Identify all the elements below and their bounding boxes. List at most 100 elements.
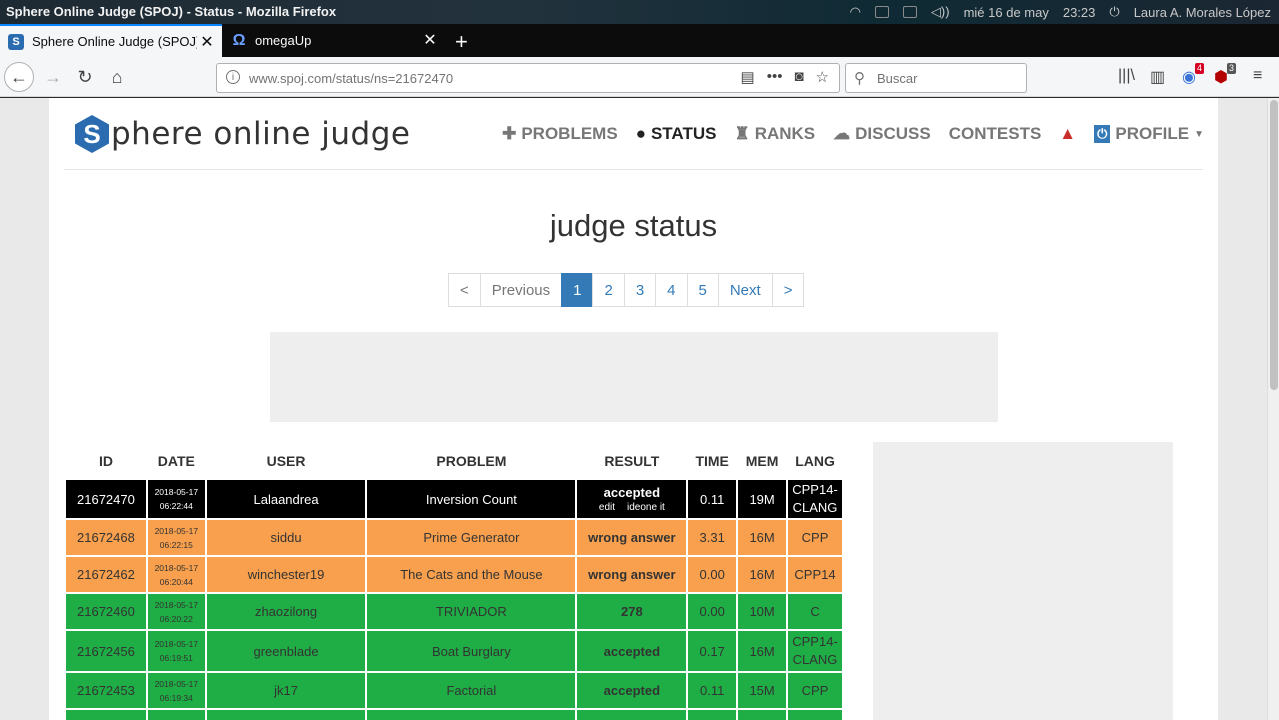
home-icon[interactable]: ⌂ (102, 62, 132, 92)
page-5[interactable]: 5 (686, 273, 719, 307)
spoj-favicon-icon: S (8, 33, 24, 50)
menu-icon[interactable]: ≡ (1253, 67, 1262, 85)
date-text: 2018-05-17 (154, 487, 199, 497)
cell-problem[interactable]: The Cats and the Mouse (367, 557, 576, 592)
page-last[interactable]: > (771, 273, 805, 307)
page-first[interactable]: < (448, 273, 481, 307)
adblock-icon[interactable]: ⬢ 3 (1214, 63, 1236, 87)
page-previous[interactable]: Previous (479, 273, 563, 307)
ideone-link[interactable]: ideone it (627, 502, 665, 513)
cell-user[interactable]: zhaozilong (206, 594, 366, 629)
site-logo[interactable]: S phere online judge (75, 115, 411, 153)
cell-date: 2018-05-17 06:22:44 (147, 480, 205, 518)
cell-problem[interactable]: Boat Burglary (367, 631, 576, 671)
cell-id[interactable]: 21672456 (66, 631, 146, 671)
forward-icon[interactable]: → (38, 62, 68, 92)
nav-problems[interactable]: ✚ PROBLEMS (502, 124, 618, 144)
table-header-row: ID DATE USER PROBLEM RESULT TIME MEM LAN… (66, 444, 842, 478)
reload-icon[interactable]: ↻ (70, 62, 100, 92)
page-2[interactable]: 2 (592, 273, 625, 307)
nav-warning[interactable]: ▲ (1059, 124, 1076, 144)
cell-user[interactable]: jk17 (206, 673, 366, 708)
new-tab-icon[interactable]: + (455, 29, 468, 55)
page-3[interactable]: 3 (623, 273, 657, 307)
cell-result[interactable]: wrong answer (577, 520, 687, 555)
extension-icon[interactable]: ◉ 4 (1182, 63, 1204, 87)
cell-id[interactable]: 21672470 (66, 480, 146, 518)
cell-user[interactable]: siddu (206, 520, 366, 555)
caret-down-icon: ▼ (1194, 128, 1204, 140)
power-icon: ⏻ (1094, 125, 1111, 143)
nav-contests[interactable]: CONTESTS (949, 124, 1042, 144)
power-icon[interactable]: ⏻ (1109, 4, 1119, 20)
cell-result[interactable]: accepted (577, 631, 687, 671)
close-tab-icon[interactable]: ✕ (421, 30, 439, 50)
clock-time[interactable]: 23:23 (1063, 5, 1096, 20)
site-info-icon[interactable]: i (226, 70, 240, 84)
cell-user[interactable]: greenblade (206, 631, 366, 671)
ad-sidebar (873, 442, 1173, 720)
scrollbar[interactable] (1267, 98, 1279, 720)
telegram-icon[interactable] (874, 6, 889, 18)
nav-status[interactable]: ● STATUS (636, 124, 717, 144)
cell-result[interactable]: wrong answer (577, 557, 687, 592)
bookmark-star-icon[interactable]: ☆ (816, 68, 829, 86)
cell-id[interactable] (66, 710, 146, 720)
tab-label: Sphere Online Judge (SPOJ) - S (32, 34, 197, 49)
wifi-icon[interactable]: ◠ (850, 4, 861, 20)
cell-time: 0.11 (688, 480, 737, 518)
cell-result[interactable]: 278 (577, 594, 687, 629)
cell-user[interactable]: winchester19 (206, 557, 366, 592)
search-placeholder: Buscar (877, 71, 918, 86)
cell-id[interactable]: 21672460 (66, 594, 146, 629)
volume-icon[interactable]: ◁)) (931, 4, 950, 20)
cell-mem: 16M (738, 520, 787, 555)
puzzle-icon: ✚ (502, 124, 517, 143)
tab-spoj[interactable]: S Sphere Online Judge (SPOJ) - S ✕ (0, 24, 222, 57)
url-bar[interactable]: i www.spoj.com/status/ns=21672470 ▤ ••• … (216, 63, 840, 93)
cell-problem[interactable]: Prime Generator (367, 520, 576, 555)
chat-icon: ☁ (833, 124, 851, 143)
tab-omegaup[interactable]: Ω omegaUp ✕ (223, 24, 445, 57)
cell-result[interactable]: accepted edit ideone it (577, 480, 687, 518)
header-divider (64, 169, 1203, 170)
cell-id[interactable]: 21672453 (66, 673, 146, 708)
cell-result[interactable] (577, 710, 687, 720)
page-next[interactable]: Next (717, 273, 773, 307)
cell-id[interactable]: 21672468 (66, 520, 146, 555)
reader-view-icon[interactable]: ▤ (741, 68, 755, 86)
library-icon[interactable]: |||\ (1118, 67, 1135, 85)
battery-icon[interactable] (902, 6, 917, 18)
page-1[interactable]: 1 (561, 273, 594, 307)
os-title-bar: Sphere Online Judge (SPOJ) - Status - Mo… (0, 0, 1279, 24)
pocket-icon[interactable]: ◙ (794, 68, 803, 86)
result-text: wrong answer (588, 567, 676, 582)
url-text[interactable]: www.spoj.com/status/ns=21672470 (249, 71, 453, 86)
close-tab-icon[interactable]: ✕ (198, 32, 216, 52)
sidebar-icon[interactable]: ▥ (1150, 67, 1165, 87)
cell-problem[interactable]: Inversion Count (367, 480, 576, 518)
cell-user[interactable] (206, 710, 366, 720)
cell-user[interactable]: Lalaandrea (206, 480, 366, 518)
page-4[interactable]: 4 (655, 273, 688, 307)
status-table: ID DATE USER PROBLEM RESULT TIME MEM LAN… (64, 442, 844, 720)
cell-time (688, 710, 737, 720)
nav-profile[interactable]: ⏻ PROFILE ▼ (1094, 124, 1204, 144)
cell-problem[interactable] (367, 710, 576, 720)
logo-hexagon-icon: S (75, 115, 109, 153)
edit-link[interactable]: edit (599, 502, 615, 513)
cell-id[interactable]: 21672462 (66, 557, 146, 592)
scrollbar-thumb[interactable] (1270, 100, 1278, 390)
nav-ranks[interactable]: ♜ RANKS (734, 124, 815, 144)
col-problem: PROBLEM (436, 453, 507, 469)
clock-date[interactable]: mié 16 de may (964, 5, 1049, 20)
cell-date: 2018-05-17 06:19:51 (147, 631, 205, 671)
back-icon[interactable]: ← (4, 62, 34, 92)
session-user[interactable]: Laura A. Morales López (1134, 5, 1271, 20)
cell-result[interactable]: accepted (577, 673, 687, 708)
search-bar[interactable]: ⚲ Buscar (845, 63, 1027, 93)
cell-problem[interactable]: Factorial (367, 673, 576, 708)
page-actions-icon[interactable]: ••• (767, 68, 783, 86)
cell-problem[interactable]: TRIVIADOR (367, 594, 576, 629)
nav-discuss[interactable]: ☁ DISCUSS (833, 124, 931, 144)
